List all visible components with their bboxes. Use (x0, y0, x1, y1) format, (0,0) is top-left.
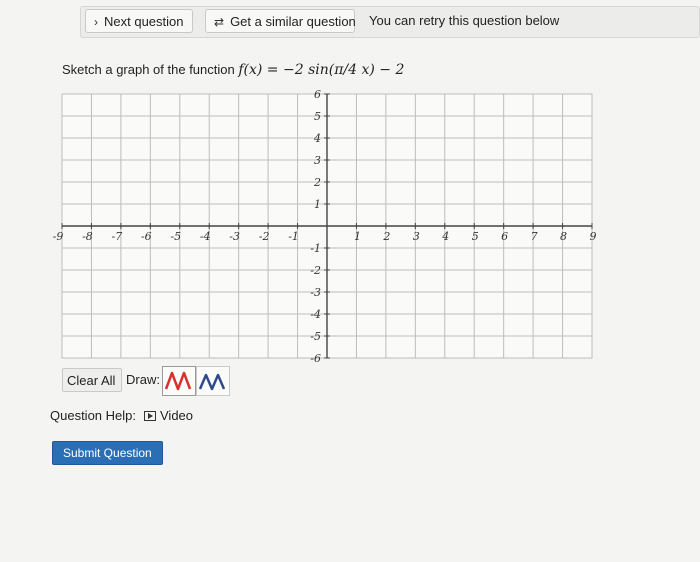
submit-question-button[interactable]: Submit Question (52, 441, 163, 465)
x-tick-label: 4 (441, 230, 449, 243)
x-tick-label: -4 (200, 230, 211, 243)
x-tick-label: -7 (112, 230, 123, 243)
video-link[interactable]: Video (144, 408, 193, 423)
x-tick-label: -9 (53, 230, 64, 243)
y-tick-label: 4 (313, 132, 321, 145)
x-tick-label: 5 (472, 230, 479, 243)
x-tick-label: -5 (170, 230, 181, 243)
y-tick-label: -3 (310, 286, 321, 299)
y-tick-label: 6 (314, 88, 321, 101)
y-tick-label: -2 (310, 264, 321, 277)
x-tick-label: -3 (229, 230, 240, 243)
question-help-label: Question Help: (50, 408, 136, 423)
x-tick-label: 3 (413, 230, 420, 243)
graph-area[interactable]: -9 -8 -7 -6 -5 -4 -3 -2 -1 1 2 3 4 5 6 7 8 9 6 5 4 3 2 1 -1 -2 -3 -… (0, 0, 700, 562)
video-play-icon (144, 411, 156, 421)
y-tick-label: -4 (310, 308, 321, 321)
y-tick-label: 3 (314, 154, 321, 167)
question-help: Question Help: Video (50, 408, 193, 423)
x-tick-label: 7 (531, 230, 538, 243)
sine-wave-blue-icon (198, 373, 226, 391)
y-tick-label: 1 (314, 198, 321, 211)
y-tick-label: -5 (310, 330, 321, 343)
x-tick-label: -1 (288, 230, 299, 243)
y-tick-label: -1 (310, 242, 321, 255)
y-tick-label: -6 (310, 352, 321, 365)
x-tick-label: 8 (560, 230, 567, 243)
x-tick-label: 9 (590, 230, 597, 243)
x-tick-label: 1 (354, 230, 361, 243)
draw-label: Draw: (126, 372, 160, 387)
x-tick-label: -2 (259, 230, 270, 243)
x-tick-label: -8 (82, 230, 93, 243)
x-tick-label: 6 (501, 230, 508, 243)
y-tick-label: 5 (314, 110, 321, 123)
clear-all-button[interactable]: Clear All (62, 368, 122, 392)
y-tick-label: 2 (313, 176, 321, 189)
sine-wave-red-icon (164, 371, 192, 391)
x-tick-label: 2 (382, 230, 390, 243)
video-link-label: Video (160, 408, 194, 423)
sine-tool-alt-button[interactable] (196, 366, 230, 396)
sine-tool-button[interactable] (162, 366, 196, 396)
x-tick-label: -6 (141, 230, 152, 243)
